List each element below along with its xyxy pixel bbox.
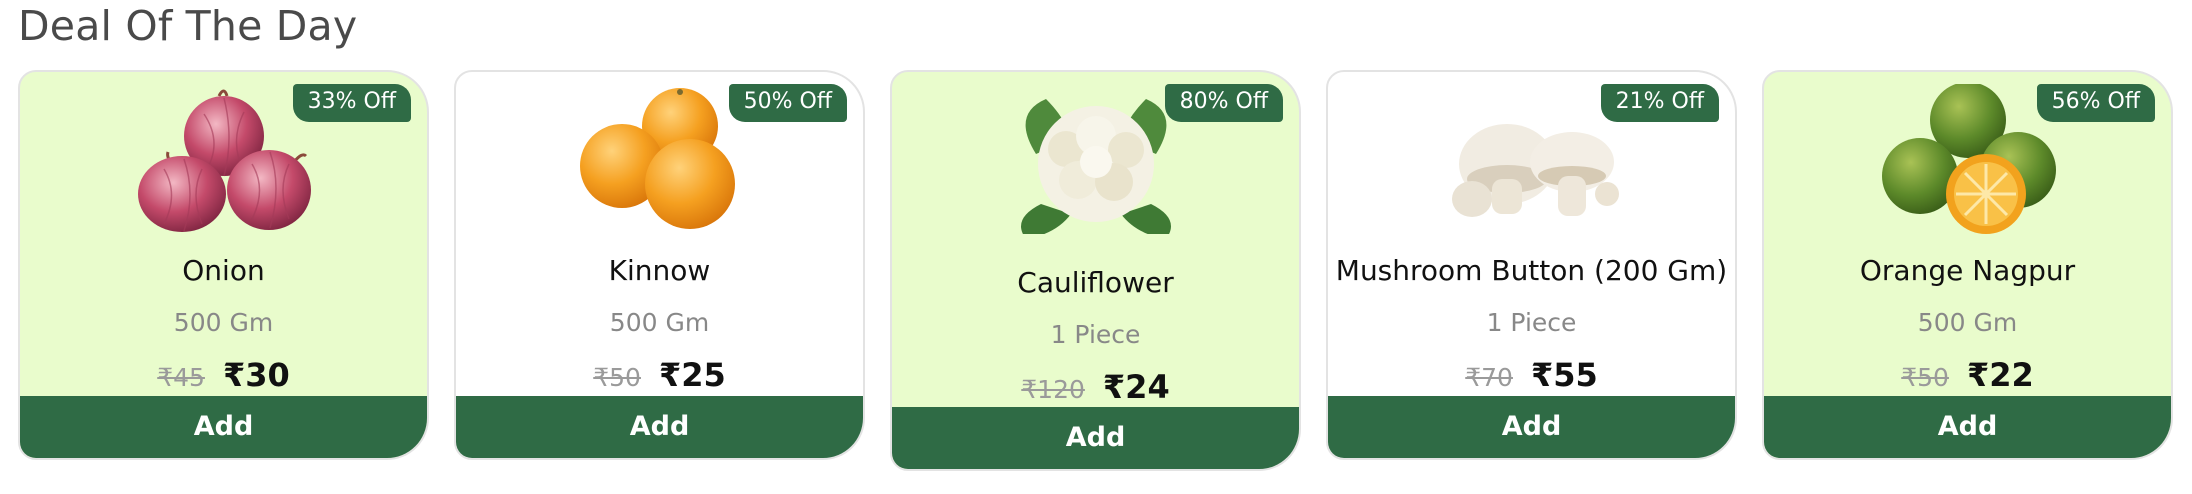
onion-icon [137,89,311,232]
original-price: ₹50 [1901,363,1949,392]
product-name: Orange Nagpur [1859,254,2076,287]
price-row: ₹50 ₹25 [456,356,863,394]
section-title: Deal Of The Day [18,2,358,50]
product-card-mushroom[interactable]: 21% Off Mushroom Button (200 Gm) 1 Piece… [1326,70,1737,460]
sale-price: ₹55 [1530,356,1598,394]
price-row: ₹45 ₹30 [20,356,427,394]
product-quantity: 500 Gm [609,308,710,337]
orange-icon [1881,84,2056,234]
add-button[interactable]: Add [1764,396,2171,458]
sale-price: ₹30 [222,356,290,394]
product-name: Cauliflower [1017,266,1174,299]
product-name: Kinnow [608,254,711,287]
product-quantity: 1 Piece [1486,308,1577,337]
add-button[interactable]: Add [892,407,1299,469]
product-card-cauliflower[interactable]: 80% Off Cauliflower 1 Piece ₹120 ₹24 Add [890,70,1301,471]
mushroom-icon [1451,124,1619,217]
add-button[interactable]: Add [20,396,427,458]
product-name: Onion [182,254,265,287]
product-quantity: 1 Piece [1050,320,1141,349]
price-row: ₹70 ₹55 [1328,356,1735,394]
add-button[interactable]: Add [1328,396,1735,458]
product-card-kinnow[interactable]: 50% Off Kinnow 500 Gm ₹50 ₹25 Add [454,70,865,460]
deal-cards: 33% Off Onion 500 Gm ₹45 ₹30 Add 50% Off… [18,70,2178,480]
sale-price: ₹22 [1966,356,2034,394]
product-quantity: 500 Gm [173,308,274,337]
price-row: ₹120 ₹24 [892,368,1299,406]
product-card-orange-nagpur[interactable]: 56% Off Orange Nagpur 500 Gm ₹50 ₹22 Add [1762,70,2173,460]
add-button[interactable]: Add [456,396,863,458]
product-name: Mushroom Button (200 Gm) [1335,254,1728,287]
original-price: ₹70 [1465,363,1513,392]
original-price: ₹120 [1021,375,1085,404]
sale-price: ₹25 [658,356,726,394]
price-row: ₹50 ₹22 [1764,356,2171,394]
kinnow-icon [579,88,735,229]
sale-price: ₹24 [1102,368,1170,406]
original-price: ₹45 [157,363,205,392]
original-price: ₹50 [593,363,641,392]
cauliflower-icon [1020,99,1171,234]
product-quantity: 500 Gm [1917,308,2018,337]
product-card-onion[interactable]: 33% Off Onion 500 Gm ₹45 ₹30 Add [18,70,429,460]
